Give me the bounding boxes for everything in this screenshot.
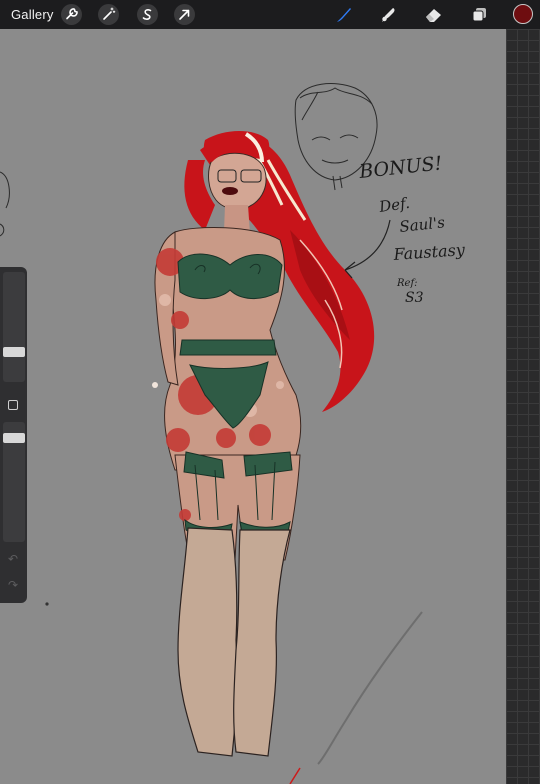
brush-size-thumb[interactable] <box>3 347 25 357</box>
selection-s-icon[interactable] <box>137 4 158 25</box>
annotation-ref: Ref: <box>396 278 418 289</box>
arrow-cursor-icon[interactable] <box>174 4 195 25</box>
annotation-arrow <box>344 219 391 279</box>
wrench-icon[interactable] <box>61 4 82 25</box>
red-stroke <box>289 767 301 784</box>
layers-icon[interactable] <box>469 4 490 25</box>
magic-wand-icon[interactable] <box>98 4 119 25</box>
eraser-icon[interactable] <box>423 4 444 25</box>
ink-dot <box>45 602 49 606</box>
annotation-line1: Def. <box>377 194 411 216</box>
annotation-line3: Faustasy <box>392 240 466 264</box>
top-toolbar: Gallery <box>0 0 540 29</box>
annotation-line2: Saul's <box>399 213 446 236</box>
modify-button[interactable] <box>8 400 18 410</box>
brush-size-slider[interactable] <box>3 272 25 382</box>
artwork-illustration: BONUS! Def. Saul's Faustasy Ref: S3 <box>0 83 466 784</box>
annotation-bonus: BONUS! <box>357 152 443 183</box>
highlight-dot <box>152 382 158 388</box>
color-picker-swatch[interactable] <box>513 4 533 24</box>
undo-icon[interactable]: ↶ <box>6 552 20 566</box>
canvas-edge-grid <box>506 29 540 784</box>
opacity-thumb[interactable] <box>3 433 25 443</box>
edge-sketch <box>0 171 10 237</box>
annotation-season: S3 <box>405 290 424 306</box>
brush-icon[interactable] <box>333 4 354 25</box>
redo-icon[interactable]: ↷ <box>6 578 20 592</box>
gray-stroke <box>317 611 423 765</box>
gallery-button[interactable]: Gallery <box>11 7 54 22</box>
stockings <box>177 527 291 757</box>
brush-sidebar: ↶ ↷ <box>0 267 27 603</box>
smudge-icon[interactable] <box>377 4 398 25</box>
